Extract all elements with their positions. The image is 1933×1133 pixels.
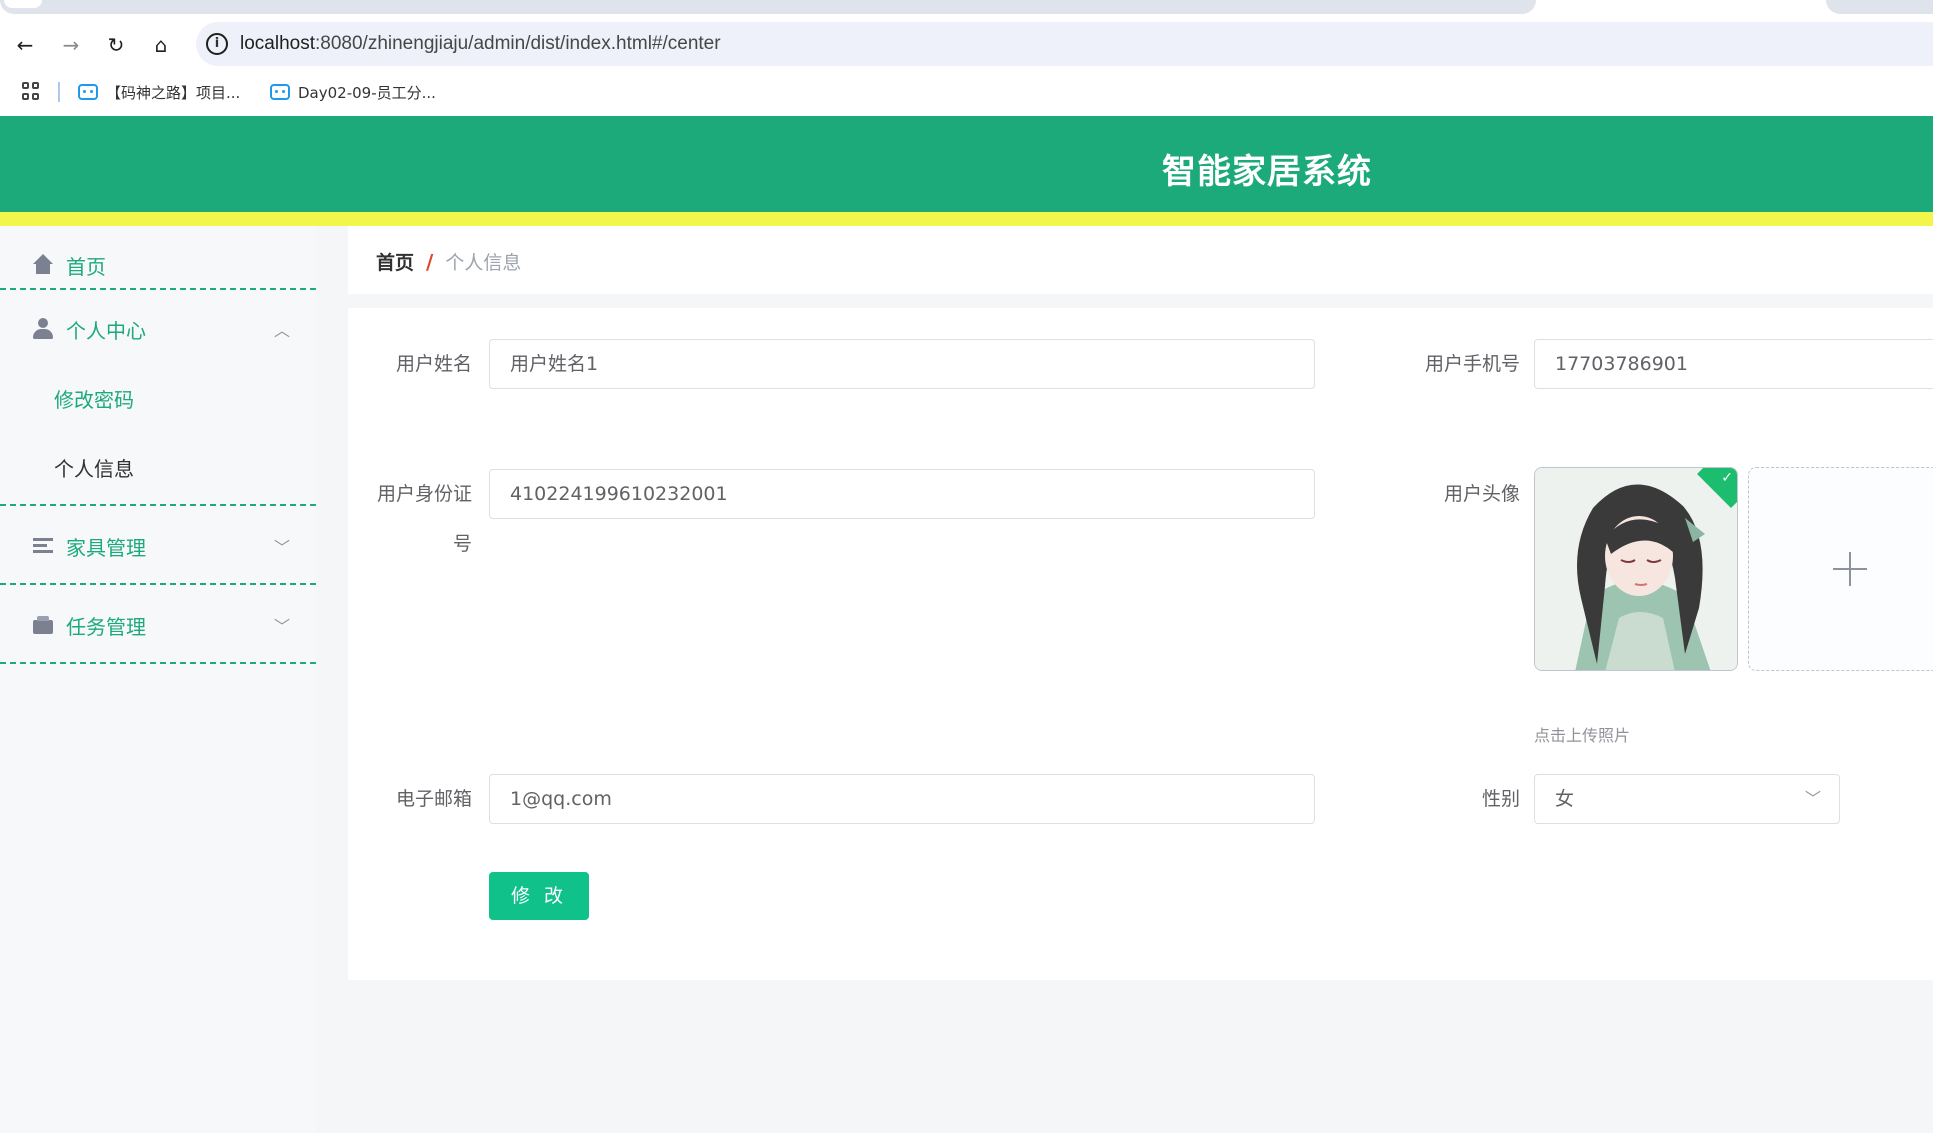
sidebar-item-label: 任务管理 — [66, 614, 146, 639]
check-icon: ✓ — [1721, 470, 1733, 486]
chevron-up-icon: ︿ — [274, 321, 291, 340]
sidebar-divider — [0, 504, 316, 506]
idcard-label: 用户身份证号 — [376, 483, 472, 555]
breadcrumb-home[interactable]: 首页 — [376, 248, 414, 275]
bilibili-icon — [270, 84, 290, 100]
home-icon[interactable]: ⌂ — [146, 30, 176, 60]
email-input[interactable]: 1@qq.com — [489, 774, 1315, 824]
bookmark-label: 【码神之路】项目... — [106, 83, 241, 102]
bilibili-icon — [78, 84, 98, 100]
profile-form: 用户姓名 用户姓名1 用户手机号 17703786901 用户身份证号 4102… — [348, 308, 1933, 980]
url-host: localhost — [240, 33, 315, 54]
breadcrumb-separator: / — [426, 249, 434, 274]
chevron-down-icon: ﹀ — [274, 538, 291, 557]
sidebar-subitem-personal-info[interactable]: 个人信息 — [0, 433, 316, 501]
sidebar-item-personal-center[interactable]: 个人中心 ︿ — [0, 290, 316, 368]
gender-select[interactable]: 女 ﹀ — [1534, 774, 1840, 824]
avatar-upload-button[interactable] — [1748, 467, 1933, 671]
navigation-bar: ← → ↻ ⌂ i localhost:8080/zhinengjiaju/ad… — [0, 22, 1933, 66]
email-label: 电子邮箱 — [395, 788, 472, 810]
arrow-left-icon[interactable]: ← — [10, 30, 40, 60]
sidebar-item-label: 个人中心 — [66, 318, 146, 343]
app-title: 智能家居系统 — [1162, 152, 1372, 192]
url-path: :8080/zhinengjiaju/admin/dist/index.html… — [315, 33, 721, 54]
address-bar[interactable]: i localhost:8080/zhinengjiaju/admin/dist… — [196, 22, 1933, 66]
sidebar-divider — [0, 583, 316, 585]
phone-label: 用户手机号 — [1424, 353, 1520, 375]
info-icon[interactable]: i — [206, 33, 228, 55]
list-icon — [32, 535, 54, 557]
avatar-illustration — [1535, 468, 1737, 670]
breadcrumb: 首页 / 个人信息 — [376, 248, 521, 275]
sidebar-item-tasks[interactable]: 任务管理 ﹀ — [0, 586, 316, 664]
bookmark-item[interactable]: 【码神之路】项目... — [78, 80, 240, 104]
bookmark-label: Day02-09-员工分... — [298, 83, 436, 102]
sidebar-subitem-label: 个人信息 — [54, 456, 134, 481]
bookmarks-bar: 【码神之路】项目... Day02-09-员工分... — [0, 78, 1933, 106]
browser-tab[interactable] — [0, 0, 1536, 14]
sidebar-item-furniture[interactable]: 家具管理 ﹀ — [0, 507, 316, 585]
sidebar-subitem-change-password[interactable]: 修改密码 — [0, 364, 316, 432]
username-input[interactable]: 用户姓名1 — [489, 339, 1315, 389]
chevron-down-icon: ﹀ — [274, 617, 291, 636]
phone-input[interactable]: 17703786901 — [1534, 339, 1933, 389]
avatar-image[interactable]: ✓ — [1534, 467, 1738, 671]
tab-strip — [0, 0, 1933, 18]
sidebar: 首页 个人中心 ︿ 修改密码 个人信息 家具管理 ﹀ 任务管理 ﹀ — [0, 226, 316, 1133]
upload-tip: 点击上传照片 — [1534, 726, 1631, 745]
reload-icon[interactable]: ↻ — [101, 30, 131, 60]
gender-label: 性别 — [1481, 788, 1520, 810]
gender-selected-value: 女 — [1555, 788, 1575, 810]
bookmarks-divider — [58, 82, 60, 102]
tab-edge — [4, 0, 42, 8]
browser-tab-right[interactable] — [1826, 0, 1933, 14]
breadcrumb-bar: 首页 / 个人信息 — [348, 226, 1933, 294]
submit-button[interactable]: 修 改 — [489, 872, 589, 920]
sidebar-item-label: 首页 — [66, 254, 106, 279]
home-icon — [32, 254, 54, 276]
sidebar-subitem-label: 修改密码 — [54, 387, 134, 412]
wallet-icon — [32, 614, 54, 636]
breadcrumb-current: 个人信息 — [445, 252, 522, 274]
user-icon — [32, 318, 54, 340]
bookmark-item[interactable]: Day02-09-员工分... — [270, 80, 436, 104]
username-label: 用户姓名 — [395, 353, 472, 375]
arrow-right-icon[interactable]: → — [56, 30, 86, 60]
sidebar-item-label: 家具管理 — [66, 535, 146, 560]
header-accent-bar — [0, 212, 1933, 226]
url-text[interactable]: localhost:8080/zhinengjiaju/admin/dist/i… — [240, 33, 721, 55]
idcard-input[interactable]: 410224199610232001 — [489, 469, 1315, 519]
app-header: 智能家居系统 — [0, 116, 1933, 212]
sidebar-divider — [0, 662, 316, 664]
chevron-down-icon: ﹀ — [1804, 789, 1821, 808]
browser-chrome: ← → ↻ ⌂ i localhost:8080/zhinengjiaju/ad… — [0, 0, 1933, 116]
avatar-label: 用户头像 — [1443, 483, 1520, 505]
apps-grid-icon[interactable] — [22, 82, 40, 100]
